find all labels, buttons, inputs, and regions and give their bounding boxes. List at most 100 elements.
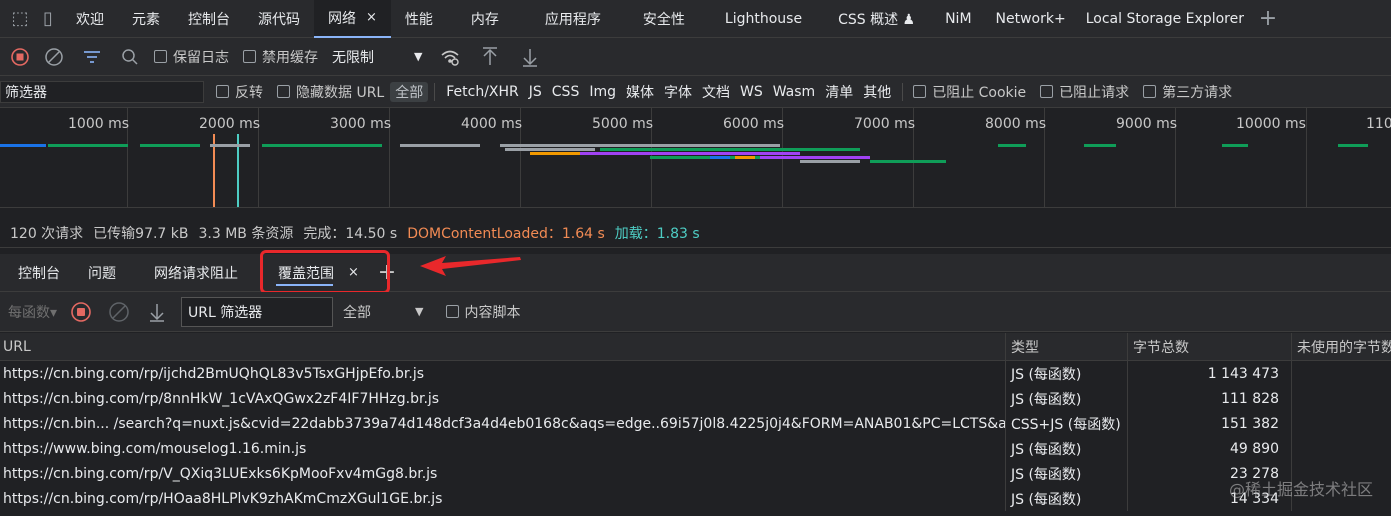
row-url: https://www.bing.com/mouselog1.16.min.js: [0, 436, 1006, 461]
row-type: JS (每函数): [1006, 461, 1128, 486]
clear-icon[interactable]: [105, 298, 133, 326]
add-tab-icon[interactable]: +: [1254, 5, 1282, 33]
tab-nim[interactable]: NiM: [931, 0, 985, 38]
blocked-requests-label: 已阻止请求: [1059, 84, 1130, 101]
drawer-tab-issues[interactable]: 问题: [74, 254, 140, 292]
third-party-checkbox[interactable]: 第三方请求: [1143, 82, 1232, 102]
tab-local-storage-explorer[interactable]: Local Storage Explorer: [1076, 0, 1254, 38]
filter-input[interactable]: 筛选器: [0, 80, 204, 103]
record-stop-icon[interactable]: [6, 43, 34, 71]
row-url: https://cn.bing.com/rp/8nnHkW_1cVAxQGwx2…: [0, 386, 1006, 411]
table-row[interactable]: https://cn.bing.com/rp/HOaa8HLPlvK9zhAKm…: [0, 486, 1391, 511]
filter-type-media[interactable]: 媒体: [621, 82, 659, 102]
tab-performance[interactable]: 性能: [391, 0, 447, 38]
drawer-tab-network-request-blocking[interactable]: 网络请求阻止: [140, 254, 264, 292]
filter-type-css[interactable]: CSS: [547, 84, 585, 100]
close-icon[interactable]: ×: [366, 10, 377, 25]
request-bar: [760, 156, 870, 159]
watermark: @稀土掘金技术社区: [1228, 480, 1373, 499]
invert-checkbox[interactable]: 反转: [216, 82, 263, 102]
divider: [434, 82, 436, 101]
hide-data-url-checkbox[interactable]: 隐藏数据 URL: [277, 82, 384, 102]
request-bar: [1084, 144, 1116, 147]
disable-cache-checkbox[interactable]: 禁用缓存: [243, 47, 318, 67]
row-unused-bytes: [1292, 386, 1391, 411]
inspect-element-icon[interactable]: ⬚: [6, 5, 34, 33]
dom-content-loaded-time: DOMContentLoaded：1.64 s: [407, 225, 605, 242]
tab-memory[interactable]: 内存: [447, 0, 523, 38]
column-header-type[interactable]: 类型: [1006, 333, 1128, 360]
row-type: CSS+JS (每函数): [1006, 411, 1128, 436]
request-bar: [140, 144, 200, 147]
row-type: JS (每函数): [1006, 386, 1128, 411]
tab-elements[interactable]: 元素: [118, 0, 174, 38]
tab-network[interactable]: 网络 ×: [314, 0, 391, 38]
tab-console[interactable]: 控制台: [174, 0, 244, 38]
timeline-tick-label: 8000 ms: [985, 116, 1047, 132]
tab-security[interactable]: 安全性: [623, 0, 705, 38]
content-type-select[interactable]: 全部 ▼: [343, 302, 423, 322]
tab-network-plus[interactable]: Network+: [986, 0, 1076, 38]
coverage-type-select[interactable]: 每函数▾: [8, 302, 57, 322]
hide-data-url-label: 隐藏数据 URL: [296, 84, 385, 101]
filter-icon[interactable]: [78, 43, 106, 71]
blocked-cookies-label: 已阻止 Cookie: [932, 84, 1027, 101]
blocked-cookies-checkbox[interactable]: 已阻止 Cookie: [913, 82, 1026, 102]
network-toolbar: 保留日志 禁用缓存 无限制 ▼: [0, 38, 1391, 76]
table-row[interactable]: https://www.bing.com/mouselog1.16.min.js…: [0, 436, 1391, 461]
column-header-url[interactable]: URL: [0, 333, 1006, 360]
url-filter-input[interactable]: URL 筛选器: [181, 296, 334, 327]
filter-type-manifest[interactable]: 清单: [820, 82, 858, 102]
import-har-icon[interactable]: [476, 43, 504, 71]
tab-application[interactable]: 应用程序: [523, 0, 623, 38]
row-url: https://cn.bin... /search?q=nuxt.js&cvid…: [0, 411, 1006, 436]
row-type: JS (每函数): [1006, 436, 1128, 461]
search-icon[interactable]: [116, 43, 144, 71]
record-stop-icon[interactable]: [67, 298, 95, 326]
throttle-value: 无限制: [332, 49, 374, 66]
filter-type-js[interactable]: JS: [524, 84, 547, 100]
filter-type-doc[interactable]: 文档: [697, 82, 735, 102]
content-scripts-label: 内容脚本: [464, 304, 521, 321]
preserve-log-checkbox[interactable]: 保留日志: [154, 47, 229, 67]
filter-type-other[interactable]: 其他: [858, 82, 896, 102]
network-filter-bar: 筛选器 反转 隐藏数据 URL 全部 Fetch/XHR JS CSS Img …: [0, 76, 1391, 108]
clear-icon[interactable]: [40, 43, 68, 71]
checkbox-box: [243, 50, 256, 63]
export-icon[interactable]: [143, 298, 171, 326]
device-toolbar-icon[interactable]: ▯: [34, 5, 62, 33]
filter-type-all[interactable]: 全部: [390, 81, 429, 102]
filter-type-fetch-xhr[interactable]: Fetch/XHR: [441, 84, 524, 100]
filter-type-font[interactable]: 字体: [659, 82, 697, 102]
tab-sources[interactable]: 源代码: [244, 0, 314, 38]
tab-welcome[interactable]: 欢迎: [62, 0, 118, 38]
table-row[interactable]: https://cn.bing.com/rp/V_QXiq3LUExks6KpM…: [0, 461, 1391, 486]
content-scripts-checkbox[interactable]: 内容脚本: [445, 302, 521, 322]
column-header-unused-bytes[interactable]: 未使用的字节数: [1292, 333, 1391, 360]
timeline-tick-label: 3000 ms: [330, 116, 392, 132]
network-conditions-icon[interactable]: [436, 43, 464, 71]
network-summary-bar: 120 次请求 已传输97.7 kB 3.3 MB 条资源 完成：14.50 s…: [0, 218, 1391, 248]
invert-label: 反转: [235, 84, 263, 101]
table-row[interactable]: https://cn.bing.com/rp/8nnHkW_1cVAxQGwx2…: [0, 386, 1391, 411]
network-overview-timeline[interactable]: 1000 ms 2000 ms 3000 ms 4000 ms 5000 ms …: [0, 108, 1391, 208]
table-row[interactable]: https://cn.bing.com/rp/ijchd2BmUQhQL83v5…: [0, 361, 1391, 386]
coverage-table: URL 类型 字节总数 未使用的字节数 https://cn.bing.com/…: [0, 333, 1391, 516]
export-har-icon[interactable]: [516, 43, 544, 71]
column-header-total-bytes[interactable]: 字节总数: [1128, 333, 1292, 360]
blocked-requests-checkbox[interactable]: 已阻止请求: [1040, 82, 1129, 102]
row-total-bytes: 49 890: [1128, 436, 1292, 461]
filter-type-wasm[interactable]: Wasm: [768, 84, 820, 100]
filter-type-img[interactable]: Img: [584, 84, 621, 100]
request-bar: [500, 144, 780, 147]
request-bar: [710, 156, 730, 159]
timeline-tick-label: 110: [1366, 116, 1391, 132]
transferred-size: 已传输97.7 kB: [93, 225, 189, 242]
table-row[interactable]: https://cn.bin... /search?q=nuxt.js&cvid…: [0, 411, 1391, 436]
request-bar: [0, 144, 46, 147]
tab-css-overview[interactable]: CSS 概述 ♟: [822, 0, 931, 38]
filter-type-ws[interactable]: WS: [735, 84, 768, 100]
throttle-select[interactable]: 无限制 ▼: [332, 47, 422, 67]
drawer-tab-console[interactable]: 控制台: [4, 254, 74, 292]
tab-lighthouse[interactable]: Lighthouse: [705, 0, 822, 38]
